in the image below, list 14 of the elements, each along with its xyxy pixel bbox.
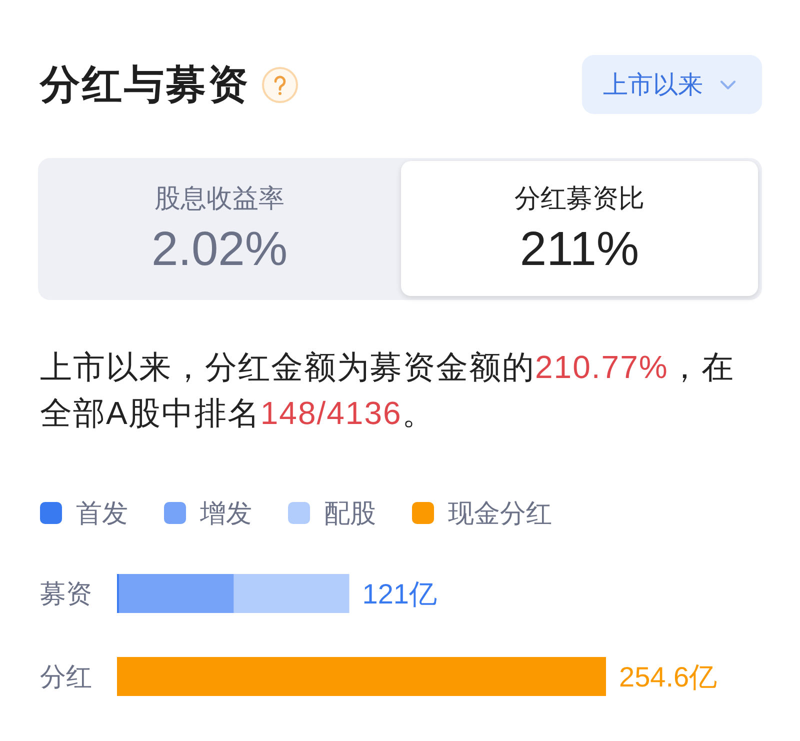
category-label: 分红 xyxy=(40,662,92,692)
category-label: 募资 xyxy=(40,578,92,608)
period-dropdown[interactable]: 上市以来 xyxy=(582,55,762,114)
legend-label: 现金分红 xyxy=(448,498,552,528)
help-icon[interactable] xyxy=(262,66,298,102)
value-label: 254.6亿 xyxy=(619,662,718,692)
legend-label: 首发 xyxy=(76,498,128,528)
value-label: 121亿 xyxy=(362,578,437,610)
summary-text: 上市以来，分红金额为募资金额的210.77%，在全部A股中排名 148/4136。 xyxy=(40,348,736,433)
legend-label: 配股 xyxy=(324,498,376,528)
section-title: 分红与募资 xyxy=(40,64,250,104)
legend-label: 增发 xyxy=(200,498,252,528)
metric-tab[interactable]: 分红募资比 211% xyxy=(401,161,758,296)
metric-tab[interactable]: 股息收益率 2.02% xyxy=(41,161,398,296)
